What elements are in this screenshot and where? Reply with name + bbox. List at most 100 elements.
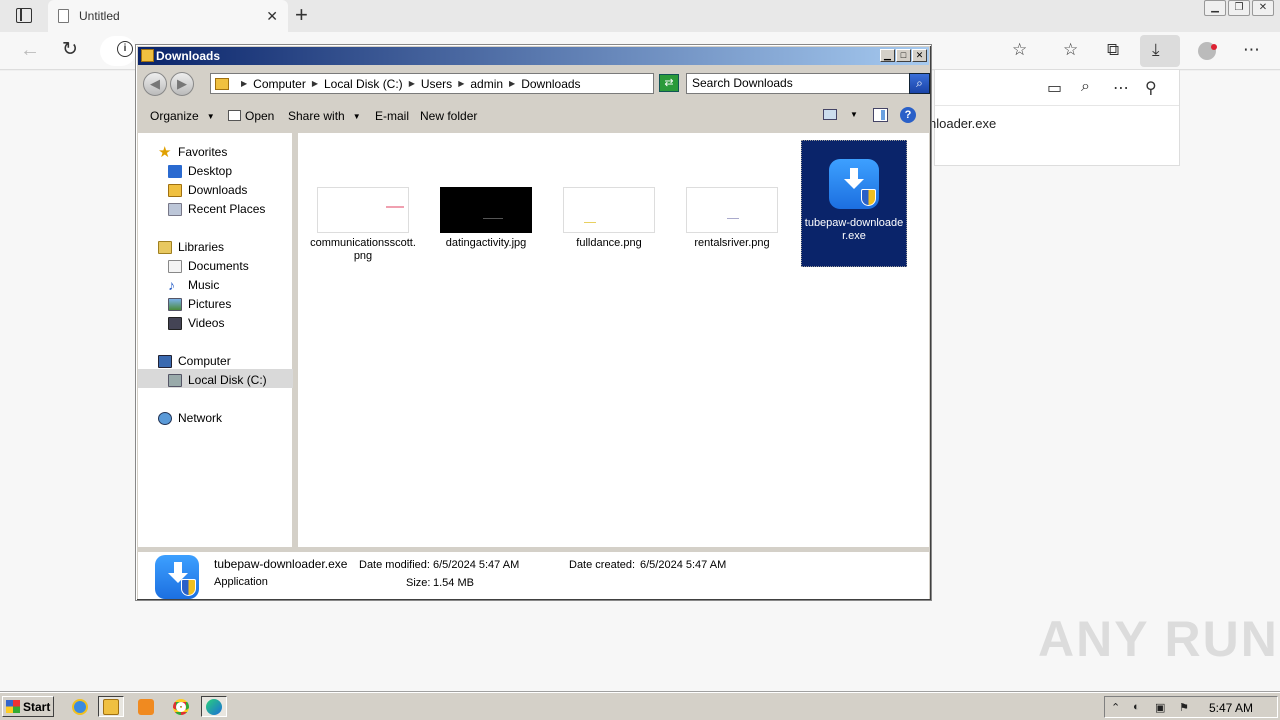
more-options-icon[interactable]: ⋯ (1113, 78, 1129, 98)
nav-item-label: Downloads (188, 183, 248, 197)
chevron-right-icon[interactable]: ▶ (458, 79, 464, 88)
refresh-icon[interactable]: ↻ (62, 38, 78, 61)
close-button[interactable]: ✕ (912, 49, 927, 62)
breadcrumb[interactable]: ▶ Computer ▶ Local Disk (C:) ▶ Users ▶ a… (210, 73, 654, 94)
preview-pane-icon[interactable] (873, 108, 888, 122)
minimize-button[interactable]: ▁ (1204, 0, 1226, 16)
details-date-created-label: Date created: (569, 559, 636, 571)
nav-item-recent-places[interactable]: Recent Places (168, 200, 265, 218)
more-menu-icon[interactable]: ⋯ (1243, 41, 1260, 59)
open-folder-icon[interactable]: ▭ (1047, 78, 1062, 98)
organize-button[interactable]: Organize ▼ (150, 109, 215, 123)
details-file-icon (155, 555, 199, 599)
nav-item-desktop[interactable]: Desktop (168, 162, 232, 180)
refresh-icon[interactable]: ⇄ (659, 74, 679, 92)
nav-item-libraries[interactable]: Libraries (158, 238, 224, 256)
file-item[interactable]: communicationsscott.png (310, 187, 416, 263)
nav-item-network[interactable]: Network (158, 409, 222, 427)
site-info-icon[interactable]: i (117, 41, 133, 57)
chevron-down-icon: ▼ (352, 112, 361, 121)
help-icon[interactable]: ? (900, 107, 916, 123)
search-icon[interactable]: ⌕ (909, 73, 930, 94)
nav-item-music[interactable]: ♪ Music (168, 276, 219, 294)
maximize-button[interactable]: □ (896, 49, 911, 62)
nav-item-favorites[interactable]: ★ Favorites (158, 143, 227, 161)
share-with-button[interactable]: Share with ▼ (288, 109, 361, 123)
view-options-icon[interactable] (823, 109, 837, 120)
pin-icon[interactable]: ⚲ (1145, 78, 1157, 98)
close-button[interactable]: ✕ (1252, 0, 1274, 16)
new-folder-button[interactable]: New folder (420, 109, 477, 123)
nav-item-label: Recent Places (188, 202, 266, 216)
explorer-title-bar[interactable]: Downloads ▁ □ ✕ (138, 47, 929, 65)
file-item[interactable]: fulldance.png (556, 187, 662, 250)
taskbar-edge[interactable] (201, 696, 227, 717)
nav-item-label: Pictures (188, 297, 232, 311)
collections-icon[interactable]: ⧉ (1107, 41, 1119, 59)
nav-item-local-disk[interactable]: Local Disk (C:) (168, 371, 267, 389)
file-item-selected[interactable]: tubepaw-downloader.exe (801, 140, 907, 267)
open-button[interactable]: Open (228, 109, 274, 123)
nav-item-videos[interactable]: Videos (168, 314, 224, 332)
file-item[interactable]: datingactivity.jpg (433, 187, 539, 250)
drive-icon (168, 373, 182, 387)
download-item-name[interactable]: nloader.exe (929, 116, 996, 131)
tab-close-icon[interactable]: ✕ (266, 8, 278, 25)
breadcrumb-users[interactable]: Users (421, 77, 452, 91)
volume-icon[interactable]: ◐ (1133, 701, 1140, 713)
nav-item-computer[interactable]: Computer (158, 352, 231, 370)
start-button[interactable]: Start (2, 696, 54, 717)
nav-item-downloads[interactable]: Downloads (168, 181, 247, 199)
nav-item-label: Network (178, 411, 223, 425)
back-button[interactable]: ◀ (143, 72, 167, 96)
file-name: datingactivity.jpg (445, 237, 527, 249)
details-date-modified-label: Date modified: (359, 559, 430, 571)
chevron-right-icon[interactable]: ▶ (509, 79, 515, 88)
minimize-button[interactable]: ▁ (880, 49, 895, 62)
sidebar-toggle-icon[interactable] (16, 8, 32, 23)
restore-button[interactable]: ❐ (1228, 0, 1250, 16)
chevron-down-icon: ▼ (206, 112, 215, 121)
back-arrow-icon[interactable]: ← (20, 39, 40, 62)
nav-item-documents[interactable]: Documents (168, 257, 249, 275)
download-icon[interactable]: ⤓ (1152, 41, 1160, 59)
taskbar-media-player[interactable] (133, 696, 159, 717)
open-label: Open (245, 109, 275, 123)
tray-expand-icon[interactable]: ⌃ (1111, 701, 1120, 714)
profile-status-dot (1211, 44, 1217, 50)
uac-shield-icon (181, 579, 196, 596)
navigation-pane: ★ Favorites Desktop Downloads Recent Plac… (138, 133, 295, 547)
search-icon[interactable]: ⌕ (1081, 78, 1090, 96)
favorites-icon[interactable]: ☆ (1063, 41, 1078, 59)
chevron-down-icon[interactable]: ▼ (850, 110, 858, 119)
breadcrumb-admin[interactable]: admin (470, 77, 503, 91)
downloads-panel: ▭ ⌕ ⋯ ⚲ nloader.exe (929, 70, 1180, 166)
action-center-flag-icon[interactable]: ⚑ (1179, 701, 1189, 714)
email-button[interactable]: E-mail (375, 109, 409, 123)
taskbar-explorer[interactable] (98, 696, 124, 717)
new-tab-button[interactable]: + (295, 4, 308, 26)
taskbar-ie[interactable] (67, 696, 93, 717)
file-item[interactable]: rentalsriver.png (679, 187, 785, 250)
chevron-right-icon[interactable]: ▶ (241, 79, 247, 88)
add-favorite-icon[interactable]: ☆ (1012, 41, 1027, 59)
desktop-icon (168, 164, 182, 178)
chevron-right-icon[interactable]: ▶ (312, 79, 318, 88)
network-tray-icon[interactable]: ▣ (1155, 701, 1165, 714)
browser-tab[interactable]: Untitled ✕ (48, 0, 288, 32)
breadcrumb-downloads[interactable]: Downloads (521, 77, 580, 91)
folder-icon (103, 698, 119, 715)
taskbar-chrome[interactable] (168, 696, 194, 717)
forward-button[interactable]: ▶ (170, 72, 194, 96)
clock[interactable]: 5:47 AM (1209, 701, 1253, 715)
chevron-right-icon[interactable]: ▶ (409, 79, 415, 88)
breadcrumb-computer[interactable]: Computer (253, 77, 306, 91)
breadcrumb-local-disk[interactable]: Local Disk (C:) (324, 77, 403, 91)
downloads-button[interactable] (1140, 35, 1180, 67)
recent-places-icon (168, 202, 182, 216)
nav-item-pictures[interactable]: Pictures (168, 295, 231, 313)
search-input[interactable]: Search Downloads (686, 73, 910, 94)
details-size-label: Size: (406, 577, 431, 589)
tab-title: Untitled (79, 9, 120, 23)
nav-item-label: Computer (178, 354, 231, 368)
